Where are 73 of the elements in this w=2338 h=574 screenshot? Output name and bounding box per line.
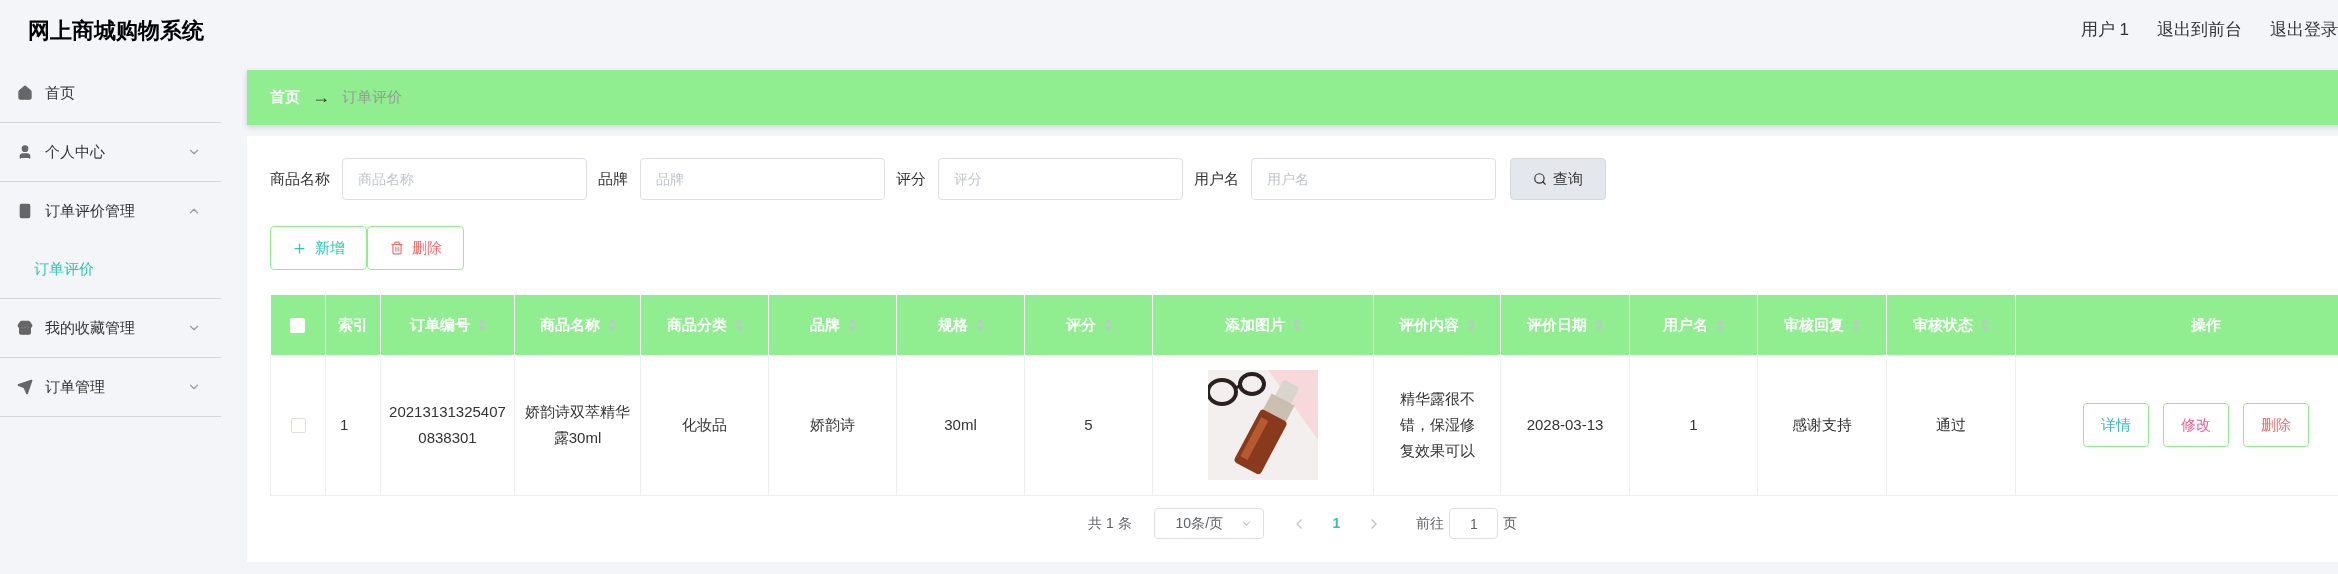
table-cell: 娇韵诗双萃精华露30ml — [525, 402, 630, 446]
table-cell: 30ml — [944, 415, 977, 433]
search-field[interactable]: 品牌 — [640, 158, 885, 200]
column-header: 添加图片 — [1225, 314, 1285, 335]
column-header: 审核回复 — [1784, 314, 1844, 335]
table-cell: 202131313254070838301 — [389, 402, 506, 446]
sort-icon[interactable] — [847, 318, 856, 332]
breadcrumb-separator: → — [312, 86, 330, 109]
column-header: 索引 — [338, 314, 368, 335]
sort-icon[interactable] — [734, 318, 743, 332]
table-cell: 5 — [1084, 415, 1093, 433]
sort-icon[interactable] — [1467, 318, 1475, 332]
total-count: 共 1 条 — [1088, 514, 1132, 533]
column-header: 品牌 — [809, 314, 840, 335]
plus-icon — [292, 240, 307, 256]
search-icon — [1533, 172, 1547, 186]
column-header: 订单编号 — [409, 314, 470, 335]
app-title: 网上商城购物系统 — [28, 16, 204, 45]
sidebar-item[interactable]: 个人中心 — [0, 123, 221, 181]
field-label: 评分 — [896, 168, 926, 189]
search-field[interactable]: 商品名称 — [342, 158, 587, 200]
sidebar-item[interactable]: 订单评价管理 — [0, 182, 221, 240]
user-link[interactable]: 用户 1 — [2080, 17, 2129, 43]
table-cell: 1 — [1689, 415, 1698, 433]
table-cell: 化妆品 — [682, 415, 727, 433]
table-cell: 娇韵诗 — [810, 415, 855, 433]
column-header: 商品分类 — [666, 314, 727, 335]
table-cell: 2028-03-13 — [1526, 415, 1604, 433]
goto-suffix: 页 — [1503, 514, 1518, 533]
sidebar-item[interactable]: 我的收藏管理 — [0, 299, 221, 357]
sort-icon[interactable] — [477, 318, 486, 332]
row-checkbox[interactable] — [290, 418, 306, 433]
breadcrumb-item: 订单评价 — [342, 87, 402, 108]
user-icon — [17, 144, 33, 160]
table-cell: 精华露很不错，保湿修复效果可以 — [1399, 389, 1475, 459]
search-button[interactable]: 查询 — [1510, 158, 1606, 200]
goto-page-field[interactable]: 1 — [1449, 508, 1499, 539]
column-header: 商品名称 — [539, 314, 600, 335]
column-header: 规格 — [937, 314, 968, 335]
sort-icon[interactable] — [1293, 318, 1301, 332]
table-cell: 通过 — [1936, 415, 1966, 433]
logout-link[interactable]: 退出到前台 — [2157, 17, 2242, 43]
column-header: 评价日期 — [1527, 314, 1587, 335]
select-all-checkbox[interactable] — [290, 318, 306, 334]
trash-icon — [389, 241, 404, 255]
field-label: 用户名 — [1194, 168, 1239, 189]
sort-icon[interactable] — [1716, 318, 1724, 332]
column-header: 操作 — [2190, 314, 2221, 335]
sort-icon[interactable] — [975, 318, 984, 332]
sort-icon[interactable] — [607, 318, 616, 332]
goto-label: 前往 — [1416, 514, 1445, 533]
page-size-select[interactable]: 10条/页 — [1153, 508, 1264, 539]
table-cell: 1 — [340, 415, 349, 433]
sort-icon[interactable] — [1103, 318, 1112, 332]
search-field[interactable]: 用户名 — [1251, 158, 1496, 200]
search-field[interactable]: 评分 — [938, 158, 1183, 200]
home-icon — [17, 85, 33, 101]
sidebar-item[interactable]: 首页 — [0, 64, 221, 122]
sort-icon[interactable] — [1981, 318, 1989, 332]
sidebar-item[interactable]: 订单管理 — [0, 358, 221, 416]
table-cell: 感谢支持 — [1792, 415, 1852, 433]
field-label: 商品名称 — [270, 168, 330, 189]
sort-icon[interactable] — [1595, 318, 1603, 332]
phone-icon — [17, 203, 33, 219]
logout-link[interactable]: 退出登录 — [2270, 17, 2338, 43]
column-header: 评分 — [1065, 314, 1096, 335]
store-icon — [17, 320, 33, 336]
column-header: 审核状态 — [1913, 314, 1973, 335]
send-icon — [17, 379, 33, 395]
sort-icon[interactable] — [1852, 318, 1860, 332]
column-header: 评价内容 — [1399, 314, 1459, 335]
field-label: 品牌 — [598, 168, 628, 189]
column-header: 用户名 — [1663, 314, 1708, 335]
